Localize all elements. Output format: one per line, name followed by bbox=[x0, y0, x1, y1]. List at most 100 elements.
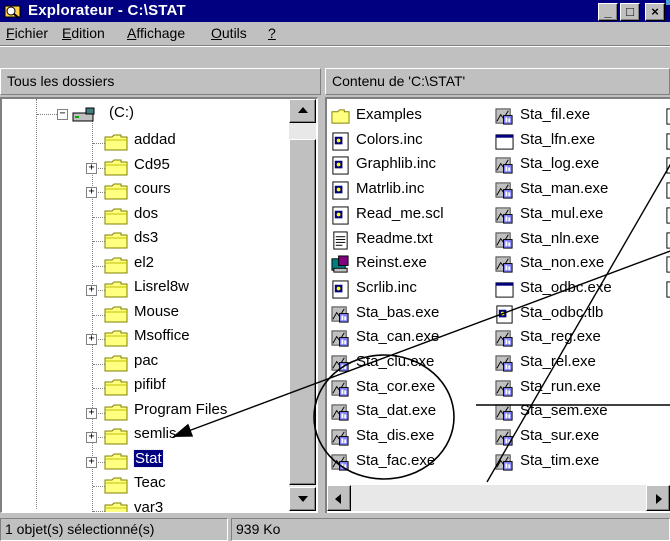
close-button[interactable]: × bbox=[645, 3, 665, 21]
file-item[interactable]: Readme.txt bbox=[331, 228, 489, 252]
file-item[interactable]: Sta_sur.exe bbox=[495, 425, 653, 449]
file-name: Sta_odbc.tlb bbox=[520, 303, 604, 321]
file-item[interactable]: Sta_cor.exe bbox=[331, 376, 489, 400]
file-item-cut[interactable] bbox=[665, 178, 670, 202]
folder-icon bbox=[104, 428, 128, 445]
file-item-cut[interactable] bbox=[665, 252, 670, 276]
tree-item-drive-c[interactable]: (C:) bbox=[72, 103, 232, 127]
tree-item-cd95[interactable]: Cd95 bbox=[104, 155, 284, 179]
expand-toggle[interactable]: + bbox=[86, 162, 97, 174]
tree-vertical-scrollbar[interactable] bbox=[289, 99, 316, 511]
scroll-thumb[interactable] bbox=[289, 139, 316, 485]
file-item[interactable]: Sta_sem.exe bbox=[495, 400, 653, 424]
menu-help[interactable]: ? bbox=[268, 25, 276, 41]
minimize-button[interactable]: _ bbox=[598, 3, 618, 21]
scroll-down-button[interactable] bbox=[289, 487, 316, 511]
expand-toggle[interactable]: + bbox=[86, 407, 97, 419]
file-name: Sta_dat.exe bbox=[356, 402, 437, 420]
menu-fichier[interactable]: Fichier bbox=[6, 25, 48, 41]
file-item[interactable]: Sta_fac.exe bbox=[331, 450, 489, 474]
tree-item-addad[interactable]: addad bbox=[104, 130, 284, 154]
file-name: Matrlib.inc bbox=[356, 180, 425, 198]
expand-toggle[interactable]: + bbox=[86, 432, 97, 443]
tree-item-ds3[interactable]: ds3 bbox=[104, 228, 284, 252]
file-item-cut[interactable] bbox=[665, 129, 670, 153]
file-item[interactable]: Sta_log.exe bbox=[495, 153, 653, 177]
tree-item-cours[interactable]: cours bbox=[104, 179, 284, 203]
tree-item-var3[interactable]: var3 bbox=[104, 498, 284, 512]
stat-exe-icon bbox=[495, 380, 513, 397]
tree-item-pifibf[interactable]: pifibf bbox=[104, 375, 284, 399]
file-item[interactable]: Sta_mul.exe bbox=[495, 203, 653, 227]
expand-toggle[interactable]: + bbox=[86, 285, 97, 296]
scroll-up-button[interactable] bbox=[289, 99, 316, 123]
folder-icon bbox=[104, 477, 128, 494]
file-item[interactable]: Sta_run.exe bbox=[495, 376, 653, 400]
file-item[interactable]: Sta_man.exe bbox=[495, 178, 653, 202]
file-icon bbox=[666, 182, 670, 199]
tree-label: ds3 bbox=[134, 229, 159, 246]
menu-outils[interactable]: Outils bbox=[211, 25, 247, 41]
file-item-cut[interactable] bbox=[665, 277, 670, 301]
file-item[interactable]: Sta_fil.exe bbox=[495, 104, 653, 128]
content-horizontal-scrollbar[interactable] bbox=[327, 485, 670, 511]
maximize-icon: □ bbox=[626, 4, 634, 19]
stat-exe-icon bbox=[331, 380, 349, 397]
file-icon bbox=[666, 133, 670, 150]
file-item[interactable]: Sta_nln.exe bbox=[495, 228, 653, 252]
tree-item-dos[interactable]: dos bbox=[104, 204, 284, 228]
file-list[interactable]: Examples Colors.inc Graphlib.inc Matrlib.in… bbox=[325, 97, 670, 513]
file-item[interactable]: Graphlib.inc bbox=[331, 153, 489, 177]
file-item-cut[interactable] bbox=[665, 228, 670, 252]
file-item[interactable]: Scrlib.inc bbox=[331, 277, 489, 301]
file-item[interactable]: Matrlib.inc bbox=[331, 178, 489, 202]
maximize-button[interactable]: □ bbox=[620, 3, 640, 21]
file-item[interactable]: Sta_clu.exe bbox=[331, 351, 489, 375]
content-pane-header[interactable]: Contenu de 'C:\STAT' bbox=[325, 68, 670, 95]
file-item[interactable]: Read_me.scl bbox=[331, 203, 489, 227]
tree-pane-header[interactable]: Tous les dossiers bbox=[0, 68, 321, 95]
file-item[interactable]: Sta_rel.exe bbox=[495, 351, 653, 375]
scroll-left-button[interactable] bbox=[327, 485, 351, 511]
menu-edition[interactable]: Edition bbox=[62, 25, 105, 41]
file-name: Sta_rel.exe bbox=[520, 353, 596, 370]
collapse-drive-toggle[interactable]: − bbox=[57, 109, 68, 120]
tree-item-mouse[interactable]: Mouse bbox=[104, 302, 284, 326]
file-item[interactable]: Colors.inc bbox=[331, 129, 489, 153]
file-item[interactable]: Reinst.exe bbox=[331, 252, 489, 276]
expand-toggle[interactable]: + bbox=[86, 334, 97, 345]
tree-item-semlis[interactable]: semlis bbox=[104, 424, 284, 448]
file-item[interactable]: Sta_non.exe bbox=[495, 252, 653, 276]
menu-affichage[interactable]: Affichage bbox=[127, 25, 185, 41]
file-item-cut[interactable] bbox=[665, 104, 670, 128]
tree-item-program-files[interactable]: Program Files bbox=[104, 400, 284, 424]
tree-item-msoffice[interactable]: Msoffice bbox=[104, 326, 284, 350]
file-item[interactable]: Sta_bas.exe bbox=[331, 302, 489, 326]
file-item-cut[interactable] bbox=[665, 153, 670, 177]
expand-toggle[interactable]: + bbox=[86, 456, 97, 468]
inc-file-icon bbox=[496, 305, 513, 324]
file-item[interactable]: Sta_odbc.tlb bbox=[495, 302, 653, 326]
file-item[interactable]: Sta_tim.exe bbox=[495, 450, 653, 474]
file-item[interactable]: Sta_reg.exe bbox=[495, 326, 653, 350]
file-item[interactable]: Sta_dis.exe bbox=[331, 425, 489, 449]
file-item[interactable]: Examples bbox=[331, 104, 489, 128]
file-item[interactable]: Sta_lfn.exe bbox=[495, 129, 653, 153]
file-name: Sta_tim.exe bbox=[520, 451, 600, 469]
tree-item-teac[interactable]: Teac bbox=[104, 473, 284, 497]
scroll-right-button[interactable] bbox=[646, 485, 670, 511]
file-item[interactable]: Sta_can.exe bbox=[331, 326, 489, 350]
tree-item-lisrel8w[interactable]: Lisrel8w bbox=[104, 277, 284, 301]
file-item[interactable]: Sta_odbc.exe bbox=[495, 277, 653, 301]
tree-item-stat[interactable]: Stat bbox=[104, 448, 284, 473]
file-item[interactable]: Sta_dat.exe bbox=[331, 400, 489, 424]
title-bar[interactable]: Explorateur - C:\STAT _ □ × bbox=[0, 0, 670, 22]
tree-label: Msoffice bbox=[134, 327, 190, 344]
expand-toggle[interactable]: + bbox=[86, 187, 97, 198]
folder-icon bbox=[104, 134, 128, 151]
tree-item-el2[interactable]: el2 bbox=[104, 253, 284, 277]
tree-item-pac[interactable]: pac bbox=[104, 351, 284, 375]
folder-tree[interactable]: − (C:) addad + Cd95 + cours dos ds3 el2 + Lisrel8… bbox=[0, 97, 318, 513]
tree-label: el2 bbox=[134, 253, 155, 271]
file-item-cut[interactable] bbox=[665, 203, 670, 227]
